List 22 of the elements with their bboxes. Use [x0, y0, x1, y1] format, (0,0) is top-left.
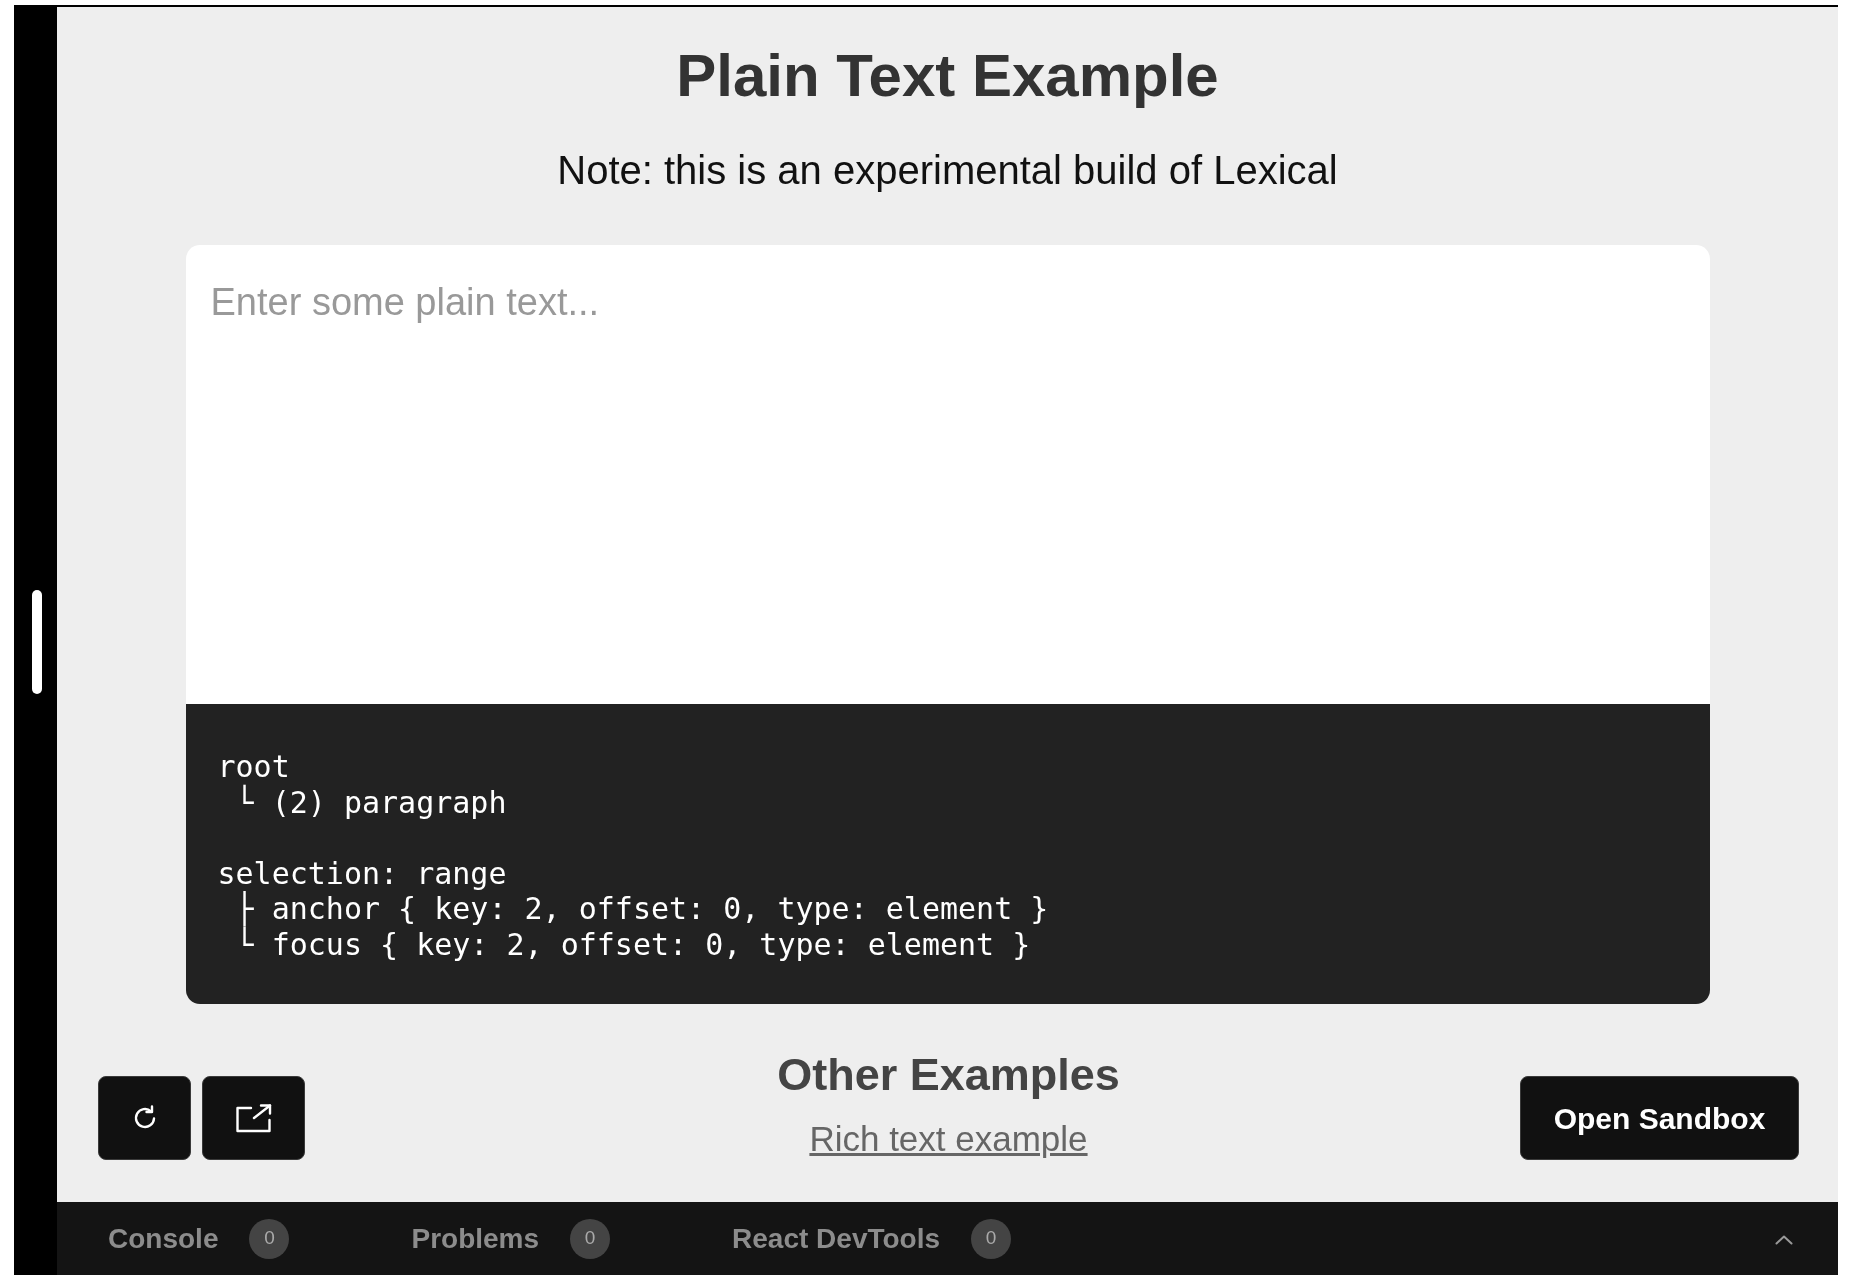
panel-tab[interactable]: Problems 0 [411, 1220, 611, 1260]
count-badge: 0 [249, 1218, 290, 1259]
count-badge: 0 [570, 1218, 611, 1259]
note-text: Note: this is an experimental build of Lexical [557, 147, 1338, 194]
text-editor-field[interactable]: Enter some plain text... [185, 245, 1710, 704]
external-link-icon [234, 1103, 273, 1133]
tree-line: selection: range [217, 855, 507, 891]
scrollbar-thumb[interactable] [32, 590, 42, 694]
panel-tab[interactable]: React DevTools 0 [732, 1220, 1012, 1260]
count-badge: 0 [971, 1218, 1012, 1259]
tree-line: └ (2) paragraph [235, 784, 507, 820]
open-sandbox-button[interactable]: Open Sandbox [1520, 1076, 1799, 1160]
open-external-button[interactable] [202, 1076, 305, 1160]
panel-tab[interactable]: Console 0 [108, 1220, 290, 1260]
tree-line: ├ anchor { key: 2, offset: 0, type: element } [235, 891, 1049, 927]
tree-line: root [217, 749, 290, 784]
page-title: Plain Text Example [676, 41, 1219, 111]
refresh-button[interactable] [98, 1076, 191, 1160]
section-heading: Other Examples [777, 1048, 1120, 1102]
tree-line: └ focus { key: 2, offset: 0, type: element } [235, 926, 1031, 962]
chevron-up-icon[interactable] [1775, 1235, 1793, 1245]
example-link[interactable]: Rich text example [809, 1118, 1088, 1160]
